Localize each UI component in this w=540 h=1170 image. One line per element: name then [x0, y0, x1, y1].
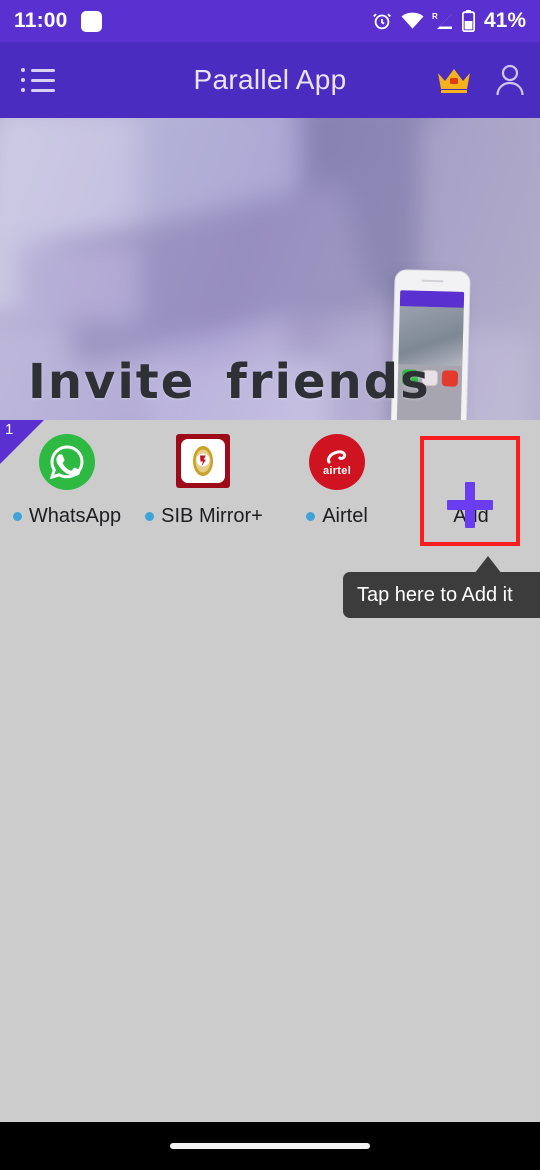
signal-roaming-icon: R — [432, 11, 454, 31]
sib-mirror-icon — [176, 434, 232, 490]
status-bar-right: R 41% — [371, 9, 526, 33]
running-dot-icon — [145, 512, 155, 521]
app-item-whatsapp[interactable]: WhatsApp — [6, 434, 128, 528]
app-label-sib-mirror: SIB Mirror+ — [145, 505, 263, 528]
app-bar: Parallel App — [0, 42, 540, 118]
svg-text:R: R — [432, 12, 438, 21]
app-label-airtel: Airtel — [306, 505, 368, 528]
status-bar-clock: 11:00 — [14, 9, 68, 32]
tooltip-text: Tap here to Add it — [357, 583, 513, 606]
add-tooltip[interactable]: Tap here to Add it — [343, 572, 540, 618]
square-icon — [80, 10, 102, 32]
alarm-clock-icon — [371, 10, 393, 32]
app-label-whatsapp: WhatsApp — [12, 505, 121, 528]
space-index-label: 1 — [5, 421, 14, 438]
add-button-highlight[interactable] — [420, 436, 520, 546]
home-gesture-pill[interactable] — [170, 1143, 370, 1149]
whatsapp-icon — [39, 434, 95, 490]
plus-glyph-icon — [447, 482, 493, 528]
wifi-icon — [401, 12, 424, 30]
invite-friends-banner[interactable]: Invite friends — [0, 118, 540, 420]
status-bar-left: 11:00 — [14, 9, 102, 33]
running-dot-icon — [12, 512, 22, 521]
status-bar: 11:00 R 41% — [0, 0, 540, 42]
battery-percent-label: 41% — [483, 9, 526, 32]
app-item-airtel[interactable]: airtel Airtel — [276, 434, 398, 528]
airtel-icon: airtel — [309, 434, 365, 490]
system-navigation-bar — [0, 1122, 540, 1170]
banner-title: Invite friends — [28, 354, 431, 410]
crown-icon[interactable] — [436, 65, 472, 95]
person-icon[interactable] — [494, 63, 526, 97]
running-dot-icon — [306, 512, 316, 521]
battery-icon — [461, 10, 475, 32]
app-bar-actions — [436, 63, 526, 97]
app-item-sib-mirror[interactable]: SIB Mirror+ — [143, 434, 265, 528]
